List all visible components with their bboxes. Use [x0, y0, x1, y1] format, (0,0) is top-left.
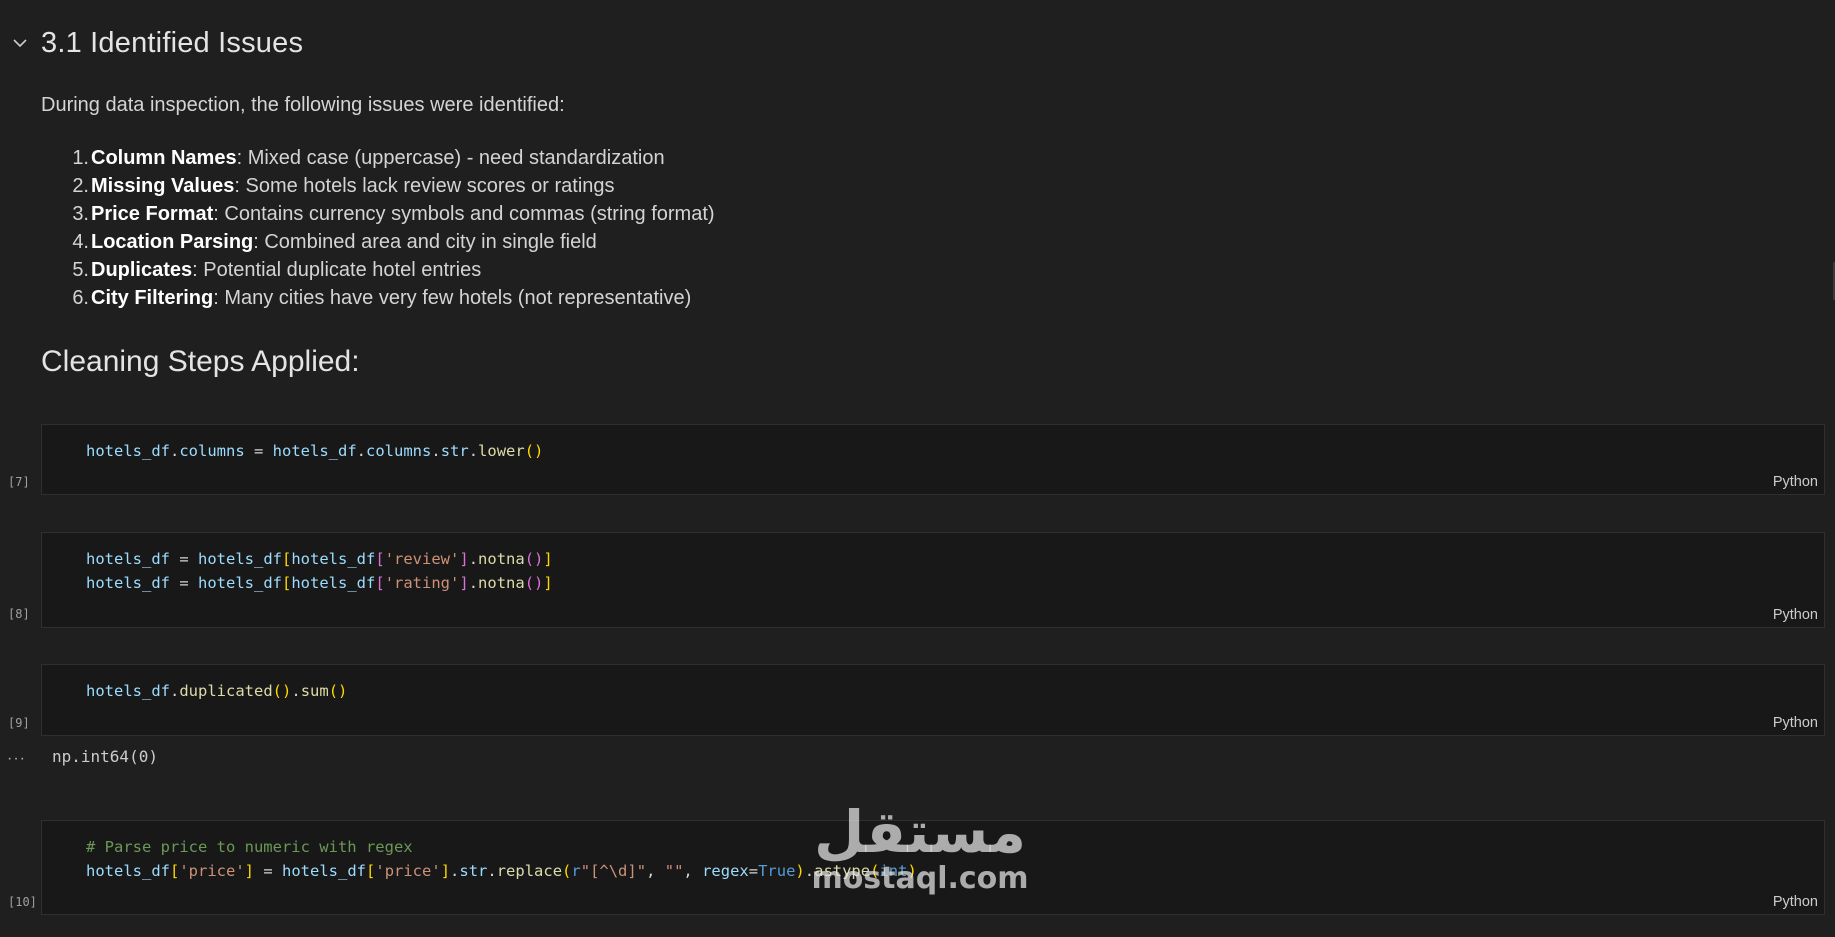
code-cell-10[interactable]: # Parse price to numeric with regex hote…: [41, 820, 1825, 915]
list-item: 5. Duplicates: Potential duplicate hotel …: [72, 259, 482, 281]
language-label[interactable]: Python: [1773, 474, 1818, 490]
execution-count: [9]: [8, 716, 30, 730]
chevron-down-icon[interactable]: [0, 38, 40, 48]
language-label[interactable]: Python: [1773, 607, 1818, 623]
code-editor[interactable]: # Parse price to numeric with regex hote…: [86, 835, 917, 883]
section-heading: 3.1 Identified Issues: [41, 26, 304, 59]
list-item: 2. Missing Values: Some hotels lack revie…: [72, 175, 615, 197]
list-item: 1. Column Names: Mixed case (uppercase) -…: [72, 147, 665, 169]
code-editor[interactable]: hotels_df.columns = hotels_df.columns.st…: [86, 439, 543, 463]
code-cell-9[interactable]: hotels_df.duplicated().sum() Python: [41, 664, 1825, 736]
code-cell-7[interactable]: hotels_df.columns = hotels_df.columns.st…: [41, 424, 1825, 495]
list-item: 3. Price Format: Contains currency symbol…: [72, 203, 715, 225]
issues-list: 1. Column Names: Mixed case (uppercase) -…: [41, 144, 715, 312]
language-label[interactable]: Python: [1773, 894, 1818, 910]
code-editor[interactable]: hotels_df = hotels_df[hotels_df['review'…: [86, 547, 553, 595]
code-editor[interactable]: hotels_df.duplicated().sum(): [86, 679, 347, 703]
language-label[interactable]: Python: [1773, 715, 1818, 731]
section-header: 3.1 Identified Issues: [0, 18, 303, 68]
execution-count: [8]: [8, 607, 30, 621]
execution-count: [7]: [8, 475, 30, 489]
cell-output: np.int64(0): [52, 747, 158, 766]
output-more-button[interactable]: ···: [7, 750, 26, 768]
code-cell-8[interactable]: hotels_df = hotels_df[hotels_df['review'…: [41, 532, 1825, 628]
intro-paragraph: During data inspection, the following is…: [41, 94, 565, 116]
list-item: 4. Location Parsing: Combined area and ci…: [72, 231, 597, 253]
list-item: 6. City Filtering: Many cities have very …: [72, 287, 692, 309]
execution-count: [10]: [8, 895, 37, 909]
cleaning-steps-heading: Cleaning Steps Applied:: [41, 345, 360, 378]
